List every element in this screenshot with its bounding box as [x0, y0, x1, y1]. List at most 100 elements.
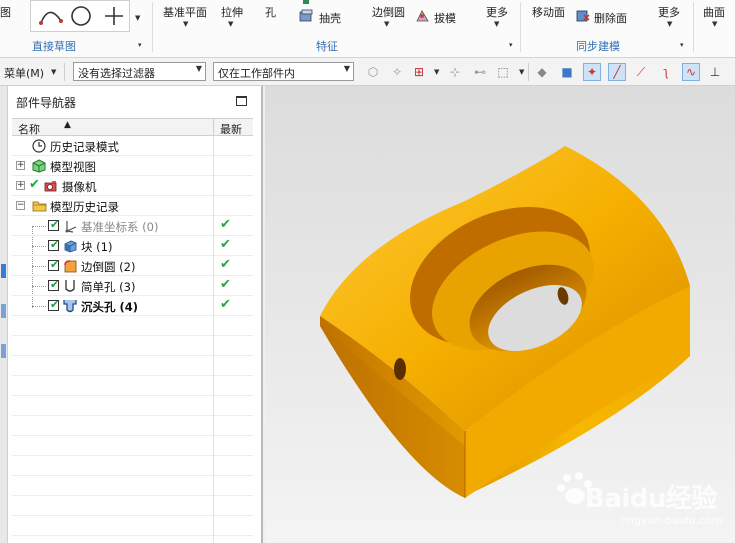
empty-row — [12, 316, 253, 336]
navigator-column-header: 名称 ▲ 最新 — [12, 118, 253, 136]
latest-column-divider — [213, 496, 214, 516]
empty-row — [12, 436, 253, 456]
ribbon-cut-label: 图 — [0, 6, 11, 19]
latest-check-icon: ✔ — [220, 257, 231, 272]
navigator-title: 部件导航器 — [16, 96, 77, 110]
menu-button[interactable]: 菜单(M) — [4, 65, 44, 81]
chevron-down-icon: ▼ — [343, 64, 350, 73]
resource-tab-marker[interactable] — [1, 344, 6, 358]
resource-tab-marker[interactable] — [1, 264, 6, 278]
datum-plane-dropdown-icon[interactable]: ▼ — [183, 20, 188, 28]
extrude-dropdown-icon[interactable]: ▼ — [228, 20, 233, 28]
tree-connector — [32, 266, 46, 267]
sketch-gallery-dropdown-icon[interactable]: ▼ — [135, 14, 140, 22]
empty-row — [12, 536, 253, 543]
body-select-icon[interactable]: ■ — [558, 63, 576, 81]
edge-blend-dropdown-icon[interactable]: ▼ — [384, 20, 389, 28]
draft-icon — [415, 9, 430, 22]
snap-edge-icon[interactable]: ⟋ — [632, 63, 650, 81]
expand-icon[interactable]: + — [16, 181, 25, 190]
group-direct-sketch-caret-icon[interactable]: ▾ — [138, 41, 142, 49]
selection-filter-value: 没有选择过滤器 — [78, 67, 155, 80]
snap-curve-icon[interactable]: ʅ — [657, 63, 675, 81]
more-sync-button[interactable]: 更多 — [658, 4, 680, 20]
rectangle-select-icon[interactable]: ⬚ — [494, 63, 512, 81]
latest-column-divider — [213, 356, 214, 376]
latest-column-divider — [213, 456, 214, 476]
snap-line-icon[interactable]: ╱ — [608, 63, 626, 81]
snap-point-icon[interactable]: ⊞ — [410, 63, 428, 81]
snap-endpoint-icon[interactable]: ✦ — [583, 63, 601, 81]
quick-pick-icon[interactable]: ⊷ — [471, 63, 489, 81]
ribbon: 图 ▼ 直接草图 ▾ 基准平面 ▼ 拉伸 ▼ 孔 抽壳 边倒圆 ▼ 拔模 更多 … — [0, 0, 735, 58]
more-feature-button[interactable]: 更多 — [486, 4, 508, 20]
group-feature-caret-icon[interactable]: ▾ — [509, 41, 513, 49]
latest-check-icon: ✔ — [220, 217, 231, 232]
suppress-checkbox[interactable]: ✔ — [48, 218, 59, 231]
collapse-icon[interactable]: − — [16, 201, 25, 210]
snap-dropdown-icon[interactable]: ▼ — [434, 68, 439, 76]
model-view-icon — [32, 159, 46, 173]
graphics-viewport[interactable]: Baidu经验 jingyan.baidu.com — [265, 86, 735, 543]
camera-icon — [44, 179, 58, 193]
column-divider[interactable] — [213, 119, 214, 135]
extrude-button[interactable]: 拉伸 — [221, 4, 243, 20]
counterbore-hole-icon — [63, 299, 77, 313]
shell-button[interactable]: 抽壳 — [319, 10, 341, 26]
suppress-checkbox[interactable]: ✔ — [48, 238, 59, 251]
hole-button[interactable]: 孔 — [265, 4, 276, 20]
tree-node-cameras[interactable]: + ✔ 摄像机 — [12, 176, 253, 196]
tree-node-model-views[interactable]: + 模型视图 — [12, 156, 253, 176]
tree-node-edge-blend[interactable]: ✔ 边倒圆 (2) ✔ — [12, 256, 253, 276]
block-icon — [63, 239, 77, 253]
empty-row — [12, 336, 253, 356]
datum-plane-button[interactable]: 基准平面 — [163, 4, 207, 20]
suppress-checkbox[interactable]: ✔ — [48, 298, 59, 311]
feature-select-icon[interactable]: ◆ — [533, 63, 551, 81]
latest-column-divider — [213, 156, 214, 176]
general-selection-icon[interactable]: ⬡ — [364, 63, 382, 81]
tree-node-block[interactable]: ✔ 块 (1) ✔ — [12, 236, 253, 256]
selection-scope-value: 仅在工作部件内 — [218, 67, 295, 80]
tree-node-history-mode[interactable]: 历史记录模式 — [12, 136, 253, 156]
tree-node-counterbore-hole[interactable]: ✔ 沉头孔 (4) ✔ — [12, 296, 253, 316]
more-feature-dropdown-icon[interactable]: ▼ — [494, 20, 499, 28]
delete-face-button[interactable]: 删除面 — [594, 10, 627, 26]
group-sync-caret-icon[interactable]: ▾ — [680, 41, 684, 49]
selection-filter-select[interactable]: 没有选择过滤器 ▼ — [73, 62, 206, 81]
draft-button[interactable]: 拔模 — [434, 10, 456, 26]
tree-node-simple-hole[interactable]: ✔ 简单孔 (3) ✔ — [12, 276, 253, 296]
point-on-curve-icon[interactable]: ⊹ — [446, 63, 464, 81]
maximize-icon[interactable] — [236, 96, 247, 106]
tree-node-datum-csys[interactable]: ✔ 基准坐标系 (0) ✔ — [12, 216, 253, 236]
check-icon: ✔ — [50, 278, 60, 291]
column-name-header[interactable]: 名称 — [18, 121, 40, 137]
sort-ascending-icon[interactable]: ▲ — [64, 120, 71, 130]
edge-blend-button[interactable]: 边倒圆 — [372, 4, 405, 20]
suppress-checkbox[interactable]: ✔ — [48, 258, 59, 271]
menu-dropdown-icon[interactable]: ▼ — [51, 68, 56, 76]
expand-icon[interactable]: + — [16, 161, 25, 170]
suppress-checkbox[interactable]: ✔ — [48, 278, 60, 291]
surface-dropdown-icon[interactable]: ▼ — [712, 20, 717, 28]
column-latest-header[interactable]: 最新 — [220, 121, 242, 137]
group-label-feature: 特征 — [316, 40, 338, 53]
tree-node-model-history[interactable]: − 模型历史记录 — [12, 196, 253, 216]
empty-row — [12, 396, 253, 416]
node-label: 基准坐标系 (0) — [81, 220, 159, 234]
latest-column-divider — [213, 536, 214, 543]
toolbar-overflow-icon[interactable]: │ — [728, 63, 735, 81]
selection-scope-select[interactable]: 仅在工作部件内 ▼ — [213, 62, 354, 81]
move-face-button[interactable]: 移动面 — [532, 4, 565, 20]
rectangle-dropdown-icon[interactable]: ▼ — [519, 68, 524, 76]
snap-perpendicular-icon[interactable]: ⊥ — [706, 63, 724, 81]
empty-row — [12, 456, 253, 476]
sketch-curve-gallery[interactable] — [30, 0, 130, 32]
more-sync-dropdown-icon[interactable]: ▼ — [667, 20, 672, 28]
resource-tab-marker[interactable] — [1, 304, 6, 318]
snap-spline-icon[interactable]: ∿ — [682, 63, 700, 81]
latest-column-divider — [213, 476, 214, 496]
surface-button[interactable]: 曲面 — [703, 4, 725, 20]
selection-intent-icon[interactable]: ✧ — [388, 63, 406, 81]
node-label: 历史记录模式 — [50, 140, 119, 154]
